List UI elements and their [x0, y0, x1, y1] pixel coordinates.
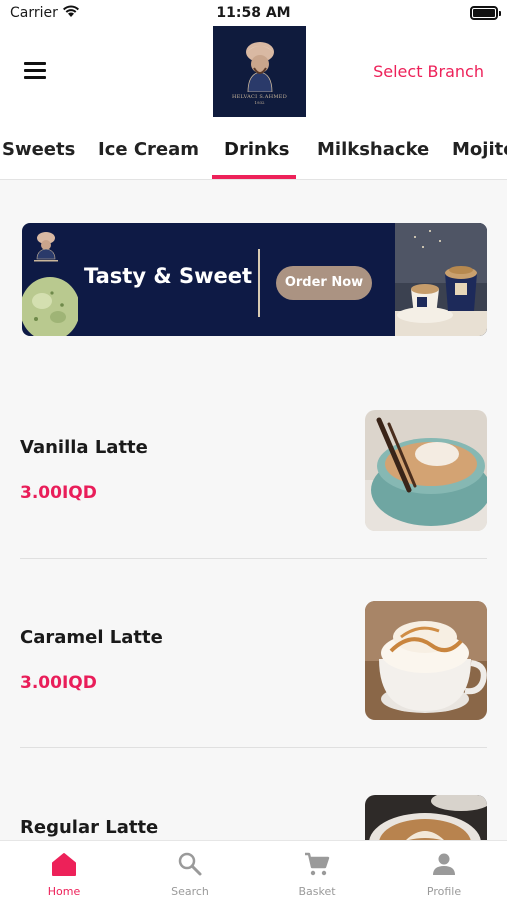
- status-bar: Carrier 11:58 AM: [0, 0, 507, 26]
- promo-banner[interactable]: Tasty & Sweet Order Now: [22, 223, 487, 336]
- select-branch-button[interactable]: Select Branch: [373, 62, 484, 81]
- tab-drinks[interactable]: Drinks: [224, 139, 290, 160]
- product-item[interactable]: Vanilla Latte 3.00IQD: [20, 409, 487, 531]
- nav-profile[interactable]: Profile: [381, 841, 507, 900]
- nav-home[interactable]: Home: [1, 841, 127, 900]
- tab-milkshacke[interactable]: Milkshacke: [317, 139, 429, 160]
- nav-label: Profile: [426, 885, 462, 898]
- active-tab-indicator: [212, 175, 296, 179]
- vanilla-latte-image: [365, 410, 487, 531]
- header: HELVACI S.AHMED 1932 Select Branch: [0, 26, 507, 122]
- home-icon: [52, 853, 76, 876]
- brand-logo: HELVACI S.AHMED 1932: [213, 26, 306, 117]
- ice-cream-image: [22, 277, 78, 336]
- tab-sweets[interactable]: Sweets: [2, 139, 75, 160]
- nav-label: Home: [47, 885, 81, 898]
- cart-icon: [305, 852, 330, 876]
- logo-emblem-icon: [245, 42, 274, 92]
- nav-label: Search: [171, 885, 209, 898]
- product-item[interactable]: Regular Latte: [20, 794, 487, 840]
- list-divider: [20, 747, 487, 748]
- product-name: Regular Latte: [20, 817, 159, 838]
- nav-search[interactable]: Search: [127, 841, 253, 900]
- battery-icon: [470, 6, 501, 20]
- nav-basket[interactable]: Basket: [254, 841, 380, 900]
- banner-divider: [258, 249, 260, 317]
- product-name: Caramel Latte: [20, 627, 163, 648]
- product-item[interactable]: Caramel Latte 3.00IQD: [20, 600, 487, 720]
- caramel-latte-image: [365, 601, 487, 720]
- category-tabs: Sweets Ice Cream Drinks Milkshacke Mojit…: [0, 122, 507, 180]
- regular-latte-image: [365, 795, 487, 840]
- dessert-cups-image: [395, 223, 487, 336]
- tab-ice-cream[interactable]: Ice Cream: [98, 139, 199, 160]
- order-now-button[interactable]: Order Now: [276, 266, 372, 300]
- logo-year: 1932: [254, 100, 265, 105]
- product-name: Vanilla Latte: [20, 437, 148, 458]
- list-divider: [20, 558, 487, 559]
- banner-logo-icon: [34, 232, 58, 262]
- bottom-nav: Home Search Basket Profile: [0, 840, 507, 900]
- profile-icon: [433, 853, 455, 875]
- search-icon: [178, 852, 202, 876]
- menu-icon[interactable]: [24, 62, 46, 80]
- product-price: 3.00IQD: [20, 483, 97, 503]
- nav-label: Basket: [298, 885, 336, 898]
- clock: 11:58 AM: [216, 5, 291, 21]
- banner-title: Tasty & Sweet: [84, 264, 252, 288]
- tab-mojito[interactable]: Mojito: [452, 139, 507, 160]
- product-price: 3.00IQD: [20, 673, 97, 693]
